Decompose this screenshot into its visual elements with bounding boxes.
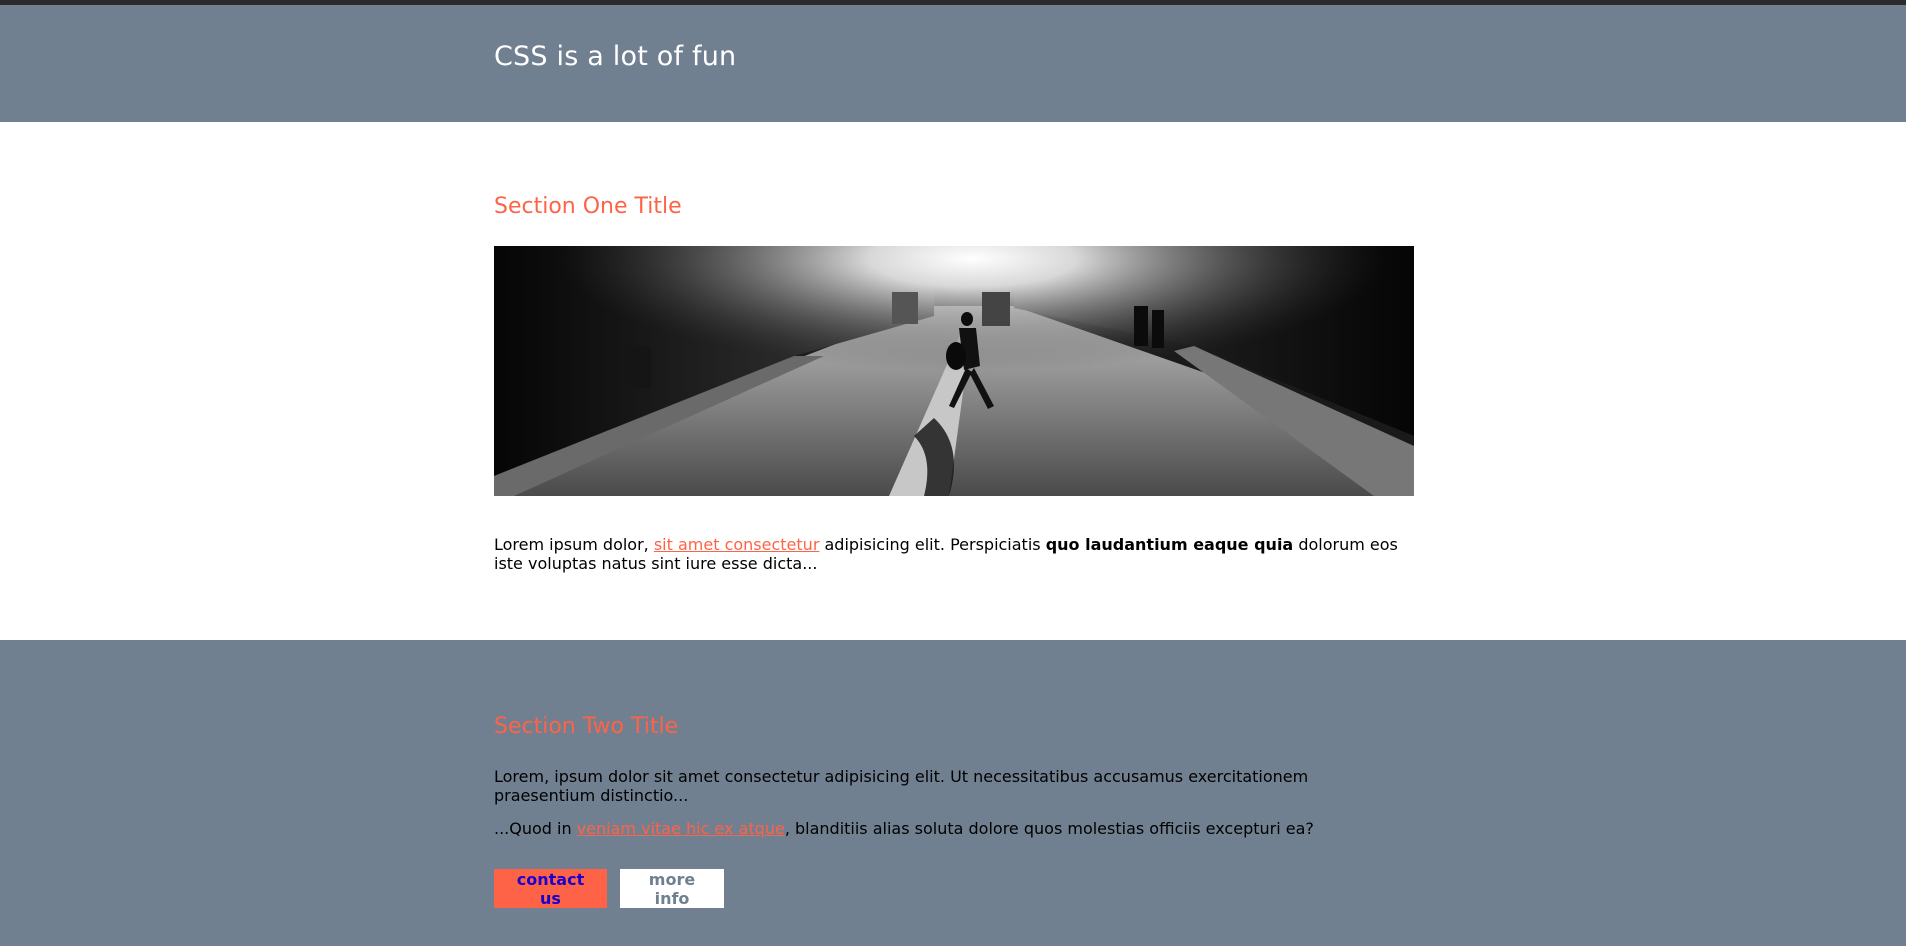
section-two-title: Section Two Title [494,714,679,739]
s1-text-start: Lorem ipsum dolor, [494,535,654,554]
section-one: Section One Title Lorem ipsum dolor, sit… [0,122,1906,640]
s1-bold-text: quo laudantium eaque quia [1045,535,1294,554]
section-one-title: Section One Title [494,194,682,219]
s2-text-start: ...Quod in [494,819,577,838]
sit-amet-link[interactable]: sit amet consectetur [654,535,820,554]
site-title: CSS is a lot of fun [494,41,737,72]
contact-us-button[interactable]: contact us [494,869,607,908]
more-info-button[interactable]: more info [620,869,724,908]
s1-text-middle: adipisicing elit. Perspiciatis [819,535,1046,554]
section-two-paragraph-2: ...Quod in veniam vitae hic ex atque, bl… [494,819,1414,838]
site-header: CSS is a lot of fun [0,5,1906,122]
section-two: Section Two Title Lorem, ipsum dolor sit… [0,640,1906,946]
veniam-link[interactable]: veniam vitae hic ex atque [577,819,785,838]
s2-text-end: , blanditiis alias soluta dolore quos mo… [784,819,1314,838]
section-two-paragraph-1: Lorem, ipsum dolor sit amet consectetur … [494,767,1309,805]
hero-image [494,246,1414,496]
section-one-paragraph: Lorem ipsum dolor, sit amet consectetur … [494,535,1414,573]
